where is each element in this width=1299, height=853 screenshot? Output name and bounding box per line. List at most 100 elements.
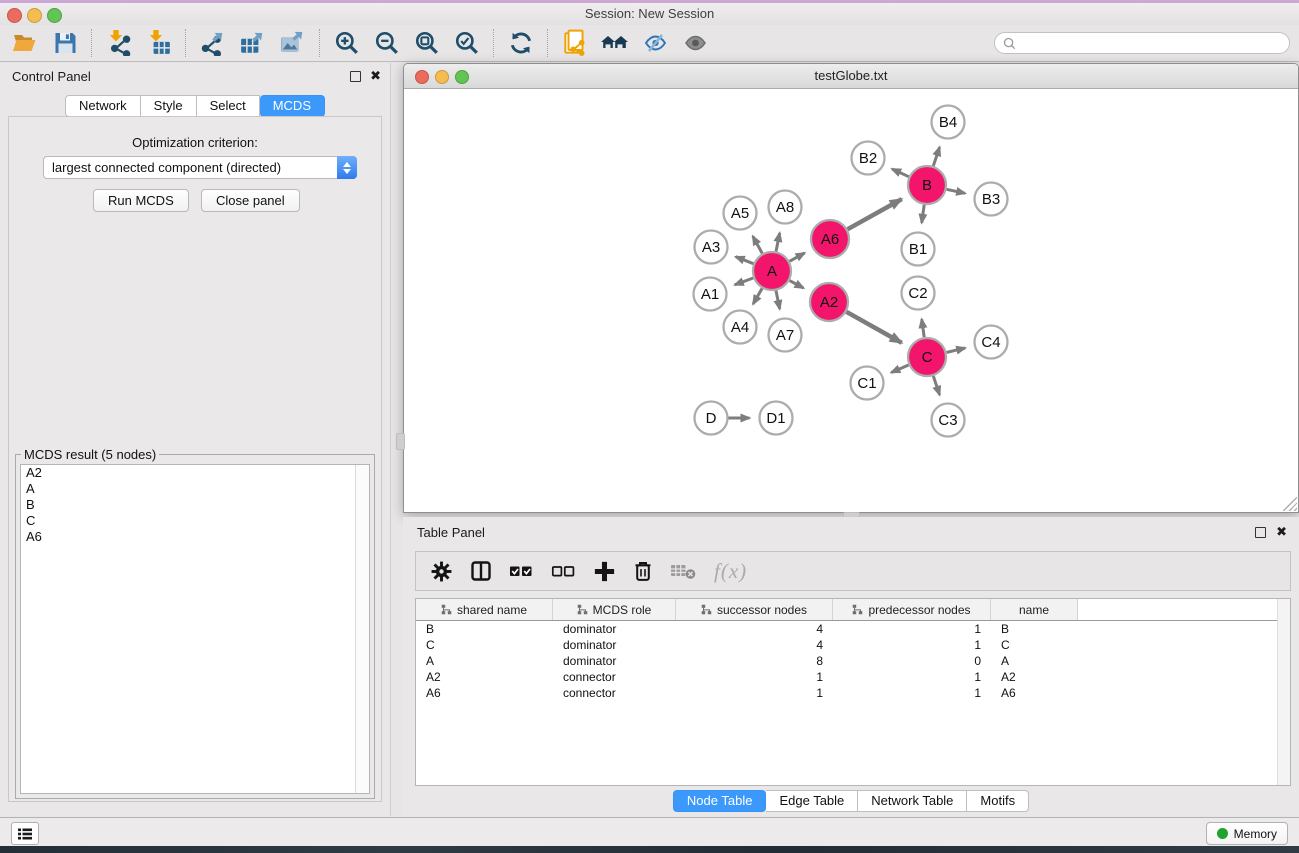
graph-node-A1[interactable]: A1: [694, 278, 727, 311]
graph-edge-A-A1[interactable]: [735, 278, 753, 285]
close-panel-button[interactable]: Close panel: [201, 189, 300, 212]
refresh-button[interactable]: [506, 29, 536, 57]
graph-edge-B-B1[interactable]: [922, 205, 925, 223]
show-columns-button[interactable]: [470, 560, 492, 582]
show-all-button[interactable]: [680, 29, 710, 57]
table-tab-node-table[interactable]: Node Table: [673, 790, 767, 812]
graph-edge-C-C4[interactable]: [947, 348, 966, 352]
table-tab-edge-table[interactable]: Edge Table: [766, 790, 858, 812]
table-float-panel-icon[interactable]: [1255, 527, 1266, 538]
first-neighbors-button[interactable]: [600, 29, 630, 57]
graph-edge-C-C1[interactable]: [891, 365, 908, 373]
network-canvas[interactable]: B4 B2 B B3 A8 A5 A6 A3 B1 A C2 A1 A2: [404, 89, 1298, 512]
unselect-all-button[interactable]: [551, 562, 576, 580]
column-header-shared-name[interactable]: shared name: [416, 599, 553, 620]
select-all-button[interactable]: [509, 562, 534, 580]
zoom-in-button[interactable]: [332, 29, 362, 57]
close-panel-icon[interactable]: ✖: [370, 68, 381, 83]
graph-node-C2[interactable]: C2: [902, 277, 935, 310]
graph-node-A2[interactable]: A2: [810, 283, 848, 321]
task-history-button[interactable]: [11, 822, 39, 845]
tab-network[interactable]: Network: [65, 95, 141, 117]
float-panel-icon[interactable]: [350, 71, 361, 82]
delete-table-button[interactable]: [670, 561, 697, 581]
graph-edge-B-B3[interactable]: [947, 189, 966, 193]
graph-node-A[interactable]: A: [753, 252, 791, 290]
result-list-scrollbar[interactable]: [355, 465, 369, 793]
network-window-titlebar[interactable]: testGlobe.txt: [404, 64, 1298, 89]
table-row[interactable]: Bdominator41B: [416, 621, 1290, 637]
export-network-button[interactable]: [198, 29, 228, 57]
network-zoom-button[interactable]: [455, 70, 469, 84]
table-row[interactable]: A2connector11A2: [416, 669, 1290, 685]
tab-mcds[interactable]: MCDS: [260, 95, 325, 117]
zoom-selected-button[interactable]: [452, 29, 482, 57]
graph-node-A8[interactable]: A8: [769, 191, 802, 224]
column-header-successor-nodes[interactable]: successor nodes: [676, 599, 833, 620]
mcds-result-item[interactable]: A2: [21, 465, 369, 481]
save-session-button[interactable]: [50, 29, 80, 57]
network-graph[interactable]: B4 B2 B B3 A8 A5 A6 A3 B1 A C2 A1 A2: [404, 89, 1298, 512]
mcds-result-item[interactable]: A: [21, 481, 369, 497]
graph-node-B3[interactable]: B3: [975, 183, 1008, 216]
tab-style[interactable]: Style: [141, 95, 197, 117]
hide-selected-button[interactable]: [640, 29, 670, 57]
column-header-name[interactable]: name: [991, 599, 1078, 620]
resize-grip-icon[interactable]: [1283, 497, 1297, 511]
graph-edge-A2-C[interactable]: [846, 312, 901, 343]
window-zoom-button[interactable]: [47, 8, 62, 23]
graph-edge-C-C2[interactable]: [922, 319, 925, 337]
mcds-result-item[interactable]: A6: [21, 529, 369, 545]
graph-node-A4[interactable]: A4: [724, 311, 757, 344]
graph-node-B[interactable]: B: [908, 166, 946, 204]
graph-node-C3[interactable]: C3: [932, 404, 965, 437]
graph-edge-A6-B[interactable]: [848, 199, 902, 229]
table-scrollbar[interactable]: [1277, 599, 1290, 785]
graph-node-C[interactable]: C: [908, 338, 946, 376]
graph-edge-A-A8[interactable]: [776, 233, 780, 251]
zoom-fit-button[interactable]: [412, 29, 442, 57]
column-header-MCDS-role[interactable]: MCDS role: [553, 599, 676, 620]
memory-button[interactable]: Memory: [1206, 822, 1288, 845]
table-row[interactable]: Cdominator41C: [416, 637, 1290, 653]
graph-edge-A-A4[interactable]: [753, 288, 762, 304]
import-table-button[interactable]: [144, 29, 174, 57]
graph-edge-C-C3[interactable]: [933, 376, 939, 395]
table-row[interactable]: Adominator80A: [416, 653, 1290, 669]
open-file-button[interactable]: [10, 29, 40, 57]
window-close-button[interactable]: [7, 8, 22, 23]
graph-edge-A-A2[interactable]: [790, 281, 804, 289]
tab-select[interactable]: Select: [197, 95, 260, 117]
vertical-splitter-handle[interactable]: [396, 433, 405, 450]
graph-node-D1[interactable]: D1: [760, 402, 793, 435]
run-mcds-button[interactable]: Run MCDS: [93, 189, 189, 212]
window-minimize-button[interactable]: [27, 8, 42, 23]
table-tab-motifs[interactable]: Motifs: [967, 790, 1029, 812]
graph-node-B4[interactable]: B4: [932, 106, 965, 139]
export-image-button[interactable]: [278, 29, 308, 57]
add-row-button[interactable]: [593, 560, 616, 583]
graph-edge-B-B4[interactable]: [933, 147, 939, 166]
table-close-panel-icon[interactable]: ✖: [1276, 524, 1287, 539]
mcds-result-item[interactable]: B: [21, 497, 369, 513]
graph-edge-B-B2[interactable]: [892, 169, 909, 177]
graph-node-A6[interactable]: A6: [811, 220, 849, 258]
table-row[interactable]: A6connector11A6: [416, 685, 1290, 701]
search-input[interactable]: [1021, 35, 1281, 51]
graph-node-B2[interactable]: B2: [852, 142, 885, 175]
graph-node-D[interactable]: D: [695, 402, 728, 435]
mcds-result-list[interactable]: A2ABCA6: [20, 464, 370, 794]
graph-node-A7[interactable]: A7: [769, 319, 802, 352]
import-network-button[interactable]: [104, 29, 134, 57]
mcds-result-item[interactable]: C: [21, 513, 369, 529]
graph-node-C1[interactable]: C1: [851, 367, 884, 400]
column-header-predecessor-nodes[interactable]: predecessor nodes: [833, 599, 991, 620]
network-close-button[interactable]: [415, 70, 429, 84]
graph-node-B1[interactable]: B1: [902, 233, 935, 266]
table-tab-network-table[interactable]: Network Table: [858, 790, 967, 812]
search-box[interactable]: [994, 32, 1290, 54]
optimization-criterion-select[interactable]: largest connected component (directed): [43, 156, 357, 179]
graph-node-A3[interactable]: A3: [695, 231, 728, 264]
graph-edge-A-A7[interactable]: [776, 291, 780, 309]
new-network-from-selection-button[interactable]: [560, 29, 590, 57]
